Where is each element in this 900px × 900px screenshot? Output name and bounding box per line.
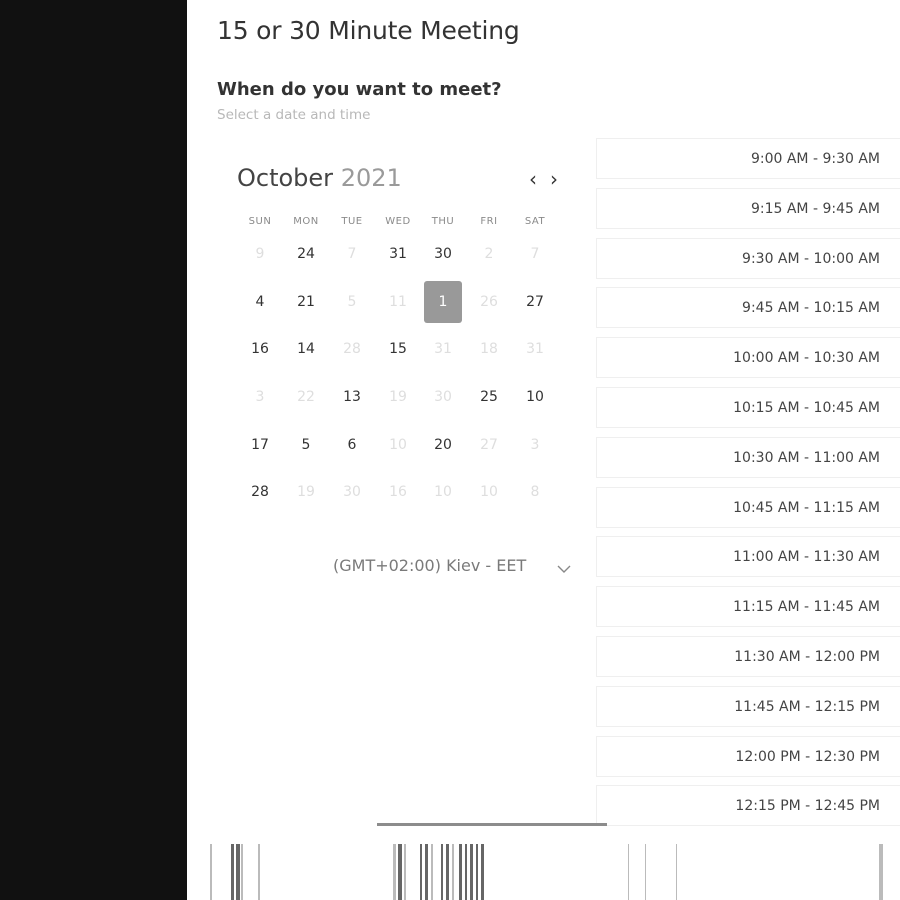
calendar-day[interactable]: 27 [516,281,554,323]
calendar-day: 30 [434,389,452,405]
calendar-day: 19 [297,484,315,500]
calendar-day[interactable]: 24 [287,233,325,275]
time-slot-button[interactable]: 9:30 AM - 10:00 AM [596,237,900,279]
calendar-day-selected[interactable]: 1 [424,281,462,323]
time-slot-button[interactable]: 9:45 AM - 10:15 AM [596,287,900,329]
time-slot-button[interactable]: 9:15 AM - 9:45 AM [596,187,900,229]
calendar-day: 7 [530,246,540,262]
time-slot-button[interactable]: 11:15 AM - 11:45 AM [596,586,900,628]
calendar-day[interactable]: 31 [379,233,417,275]
calendar-day: 31 [434,341,452,357]
page-title: 15 or 30 Minute Meeting [217,16,520,45]
time-slot-button[interactable]: 10:45 AM - 11:15 AM [596,486,900,528]
time-slot-label: 10:00 AM - 10:30 AM [733,350,880,367]
calendar-day[interactable]: 21 [287,281,325,323]
next-month-button[interactable]: › [545,168,563,190]
calendar-day: 26 [480,294,498,310]
chevron-down-icon [555,556,573,582]
calendar-day: 11 [389,294,407,310]
calendar-day: 8 [530,484,540,500]
section-heading: When do you want to meet? [217,79,502,100]
calendar-day: 18 [480,341,498,357]
prev-month-button[interactable]: ‹ [524,168,542,190]
time-slot-button[interactable]: 10:30 AM - 11:00 AM [596,436,900,478]
calendar-day: 2 [484,246,494,262]
render-artifacts [187,836,900,900]
calendar-day[interactable]: 13 [333,376,371,418]
calendar-day[interactable]: 4 [241,281,279,323]
time-slot-label: 12:00 PM - 12:30 PM [735,748,880,765]
time-slot-label: 11:15 AM - 11:45 AM [733,599,880,616]
time-slot-button[interactable]: 11:45 AM - 12:15 PM [596,685,900,727]
calendar-day[interactable]: 17 [241,424,279,466]
time-slot-button[interactable]: 11:00 AM - 11:30 AM [596,536,900,578]
time-slot-button[interactable]: 10:00 AM - 10:30 AM [596,337,900,379]
timezone-label: (GMT+02:00) Kiev - EET [333,556,527,575]
time-slot-label: 11:45 AM - 12:15 PM [734,698,880,715]
time-slot-button[interactable]: 11:30 AM - 12:00 PM [596,636,900,677]
calendar-day: 10 [434,484,452,500]
calendar-day[interactable]: 20 [424,424,462,466]
calendar-month-label: October 2021 [237,164,402,192]
time-slot-label: 10:15 AM - 10:45 AM [733,400,880,416]
calendar-day[interactable]: 15 [379,328,417,370]
weekday-fri: FRI [480,216,498,227]
weekday-mon: MON [293,216,319,227]
weekday-sat: SAT [524,216,546,227]
calendar-day: 22 [297,389,315,405]
time-slot-label: 9:30 AM - 10:00 AM [742,250,880,267]
time-slot-label: 10:45 AM - 11:15 AM [733,499,880,516]
calendar-day: 9 [255,246,265,262]
time-slot-button[interactable]: 12:15 PM - 12:45 PM [596,785,900,827]
calendar-day: 10 [480,484,498,500]
time-slot-label: 9:15 AM - 9:45 AM [750,200,880,217]
time-slot-button[interactable]: 12:00 PM - 12:30 PM [596,735,900,777]
weekday-tue: TUE [341,216,363,227]
time-slot-label: 9:00 AM - 9:30 AM [750,151,880,167]
calendar-day: 3 [255,389,265,405]
section-subnote: Select a date and time [217,107,371,123]
calendar-day: 31 [526,341,544,357]
timezone-select[interactable]: (GMT+02:00) Kiev - EET [333,556,573,582]
booking-panel: 15 or 30 Minute Meeting When do you want… [187,0,900,900]
time-slot-label: 12:15 PM - 12:45 PM [735,798,880,815]
calendar-day: 28 [343,341,361,357]
calendar-day[interactable]: 14 [287,328,325,370]
calendar-day: 3 [530,437,540,453]
time-slot-button[interactable]: 9:00 AM - 9:30 AM [596,138,900,179]
calendar-day[interactable]: 5 [287,424,325,466]
weekday-thu: THU [431,216,455,227]
calendar-month: October [237,164,334,192]
calendar-day[interactable]: 16 [241,328,279,370]
calendar-day: 16 [389,484,407,500]
time-slot-label: 9:45 AM - 10:15 AM [742,300,880,317]
calendar-day[interactable]: 10 [516,376,554,418]
calendar-day: 10 [389,437,407,453]
calendar-day[interactable]: 28 [241,471,279,513]
calendar-day: 5 [347,294,357,310]
calendar-day[interactable]: 30 [424,233,462,275]
time-slot-button[interactable]: 10:15 AM - 10:45 AM [596,387,900,428]
calendar-day: 30 [343,484,361,500]
time-slot-label: 10:30 AM - 11:00 AM [733,449,880,466]
calendar-day: 27 [480,437,498,453]
weekday-sun: SUN [248,216,272,227]
time-slot-label: 11:00 AM - 11:30 AM [733,549,880,566]
calendar-day: 19 [389,389,407,405]
calendar-day[interactable]: 6 [333,424,371,466]
weekday-wed: WED [385,216,411,227]
horizontal-scrollbar[interactable] [377,823,607,826]
left-sidebar [0,0,187,900]
calendar-year: 2021 [340,164,402,192]
time-slot-label: 11:30 AM - 12:00 PM [734,649,880,665]
calendar-day: 7 [347,246,357,262]
calendar-day[interactable]: 25 [470,376,508,418]
